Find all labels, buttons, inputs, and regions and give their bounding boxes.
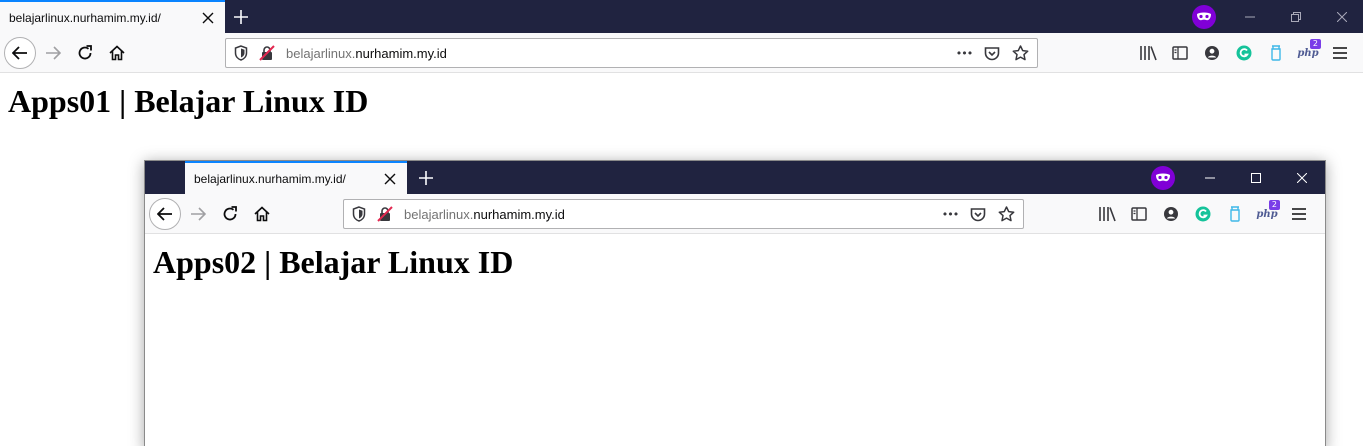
- tab-title: belajarlinux.nurhamim.my.id/: [9, 10, 161, 25]
- reload-icon[interactable]: [71, 39, 99, 67]
- star-icon[interactable]: [1009, 42, 1031, 64]
- back-arrow-icon[interactable]: [4, 37, 36, 69]
- tab-active[interactable]: belajarlinux.nurhamim.my.id/: [185, 161, 407, 194]
- url-domain: nurhamim.my.id: [355, 45, 447, 61]
- extension-icon[interactable]: [1219, 200, 1251, 228]
- url-domain: nurhamim.my.id: [473, 206, 565, 222]
- plus-icon[interactable]: [413, 165, 439, 191]
- url-bar[interactable]: belajarlinux.nurhamim.my.id •••: [225, 38, 1038, 68]
- reload-icon[interactable]: [216, 200, 244, 228]
- insecure-lock-icon[interactable]: [374, 203, 396, 225]
- page-content: Apps02 | Belajar Linux ID: [145, 235, 1325, 446]
- php-badge: 2: [1268, 200, 1280, 210]
- tab-bar: belajarlinux.nurhamim.my.id/: [0, 0, 1363, 33]
- page-actions-icon[interactable]: •••: [953, 42, 975, 64]
- sidebar-icon[interactable]: [1164, 39, 1196, 67]
- close-icon[interactable]: [377, 166, 403, 192]
- star-icon[interactable]: [995, 203, 1017, 225]
- private-mask-icon: [1151, 166, 1175, 190]
- close-window-icon[interactable]: [1319, 0, 1363, 33]
- pocket-icon[interactable]: [981, 42, 1003, 64]
- library-icon[interactable]: [1091, 200, 1123, 228]
- toolbar-extensions: php 2: [1132, 39, 1356, 67]
- shield-icon[interactable]: [230, 42, 252, 64]
- page-heading: Apps01 | Belajar Linux ID: [8, 83, 369, 119]
- php-icon[interactable]: php 2: [1251, 200, 1283, 228]
- forward-arrow-icon[interactable]: [39, 39, 67, 67]
- menu-icon[interactable]: [1283, 200, 1315, 228]
- browser-window-secondary: belajarlinux.nurhamim.my.id/ belajarlinu…: [144, 160, 1326, 446]
- url-text[interactable]: belajarlinux.nurhamim.my.id: [404, 207, 939, 222]
- pocket-icon[interactable]: [967, 203, 989, 225]
- navigation-toolbar: belajarlinux.nurhamim.my.id ••• php 2: [0, 33, 1363, 73]
- tab-bar: belajarlinux.nurhamim.my.id/: [145, 161, 1325, 194]
- minimize-icon[interactable]: [1187, 161, 1233, 194]
- maximize-icon[interactable]: [1273, 0, 1319, 33]
- page-actions-icon[interactable]: •••: [939, 203, 961, 225]
- extension-icon[interactable]: [1260, 39, 1292, 67]
- grammarly-icon[interactable]: [1228, 39, 1260, 67]
- grammarly-icon[interactable]: [1187, 200, 1219, 228]
- minimize-icon[interactable]: [1227, 0, 1273, 33]
- library-icon[interactable]: [1132, 39, 1164, 67]
- url-bar[interactable]: belajarlinux.nurhamim.my.id •••: [343, 199, 1024, 229]
- back-arrow-icon[interactable]: [149, 198, 181, 230]
- php-icon[interactable]: php 2: [1292, 39, 1324, 67]
- toolbar-extensions: php 2: [1091, 200, 1315, 228]
- plus-icon[interactable]: [228, 4, 254, 30]
- page-heading: Apps02 | Belajar Linux ID: [153, 244, 514, 280]
- tab-active[interactable]: belajarlinux.nurhamim.my.id/: [0, 0, 225, 33]
- sidebar-icon[interactable]: [1123, 200, 1155, 228]
- url-subdomain: belajarlinux.: [286, 45, 356, 61]
- shield-icon[interactable]: [348, 203, 370, 225]
- close-icon[interactable]: [195, 5, 221, 31]
- url-text[interactable]: belajarlinux.nurhamim.my.id: [286, 46, 953, 61]
- account-icon[interactable]: [1196, 39, 1228, 67]
- home-icon[interactable]: [103, 39, 131, 67]
- menu-icon[interactable]: [1324, 39, 1356, 67]
- close-window-icon[interactable]: [1279, 161, 1325, 194]
- tab-title: belajarlinux.nurhamim.my.id/: [194, 171, 346, 186]
- home-icon[interactable]: [248, 200, 276, 228]
- insecure-lock-icon[interactable]: [256, 42, 278, 64]
- maximize-icon[interactable]: [1233, 161, 1279, 194]
- navigation-toolbar: belajarlinux.nurhamim.my.id ••• php 2: [145, 194, 1325, 234]
- forward-arrow-icon[interactable]: [184, 200, 212, 228]
- php-badge: 2: [1309, 39, 1321, 49]
- account-icon[interactable]: [1155, 200, 1187, 228]
- url-subdomain: belajarlinux.: [404, 206, 474, 222]
- private-mask-icon: [1192, 5, 1216, 29]
